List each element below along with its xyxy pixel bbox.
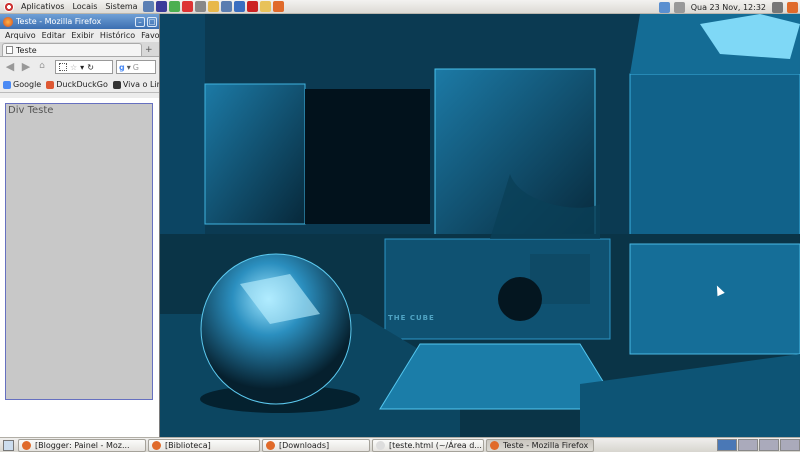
app-icon: [152, 440, 161, 450]
app-icon: [22, 440, 31, 450]
app-icon: [266, 440, 275, 450]
taskbar-item-label: [Blogger: Painel - Moz...: [35, 440, 130, 450]
bookmark-label: DuckDuckGo: [56, 80, 108, 89]
menu-sistema[interactable]: Sistema: [101, 2, 141, 11]
taskbar-item[interactable]: [Downloads]: [262, 438, 370, 452]
workspace-2[interactable]: [738, 439, 758, 451]
workspace-4[interactable]: [780, 439, 800, 451]
menu-locais[interactable]: Locais: [68, 2, 101, 11]
menu-aplicativos[interactable]: Aplicativos: [17, 2, 68, 11]
forward-button[interactable]: ▶: [19, 60, 33, 74]
back-button[interactable]: ◀: [3, 60, 17, 74]
minimize-button[interactable]: –: [135, 16, 145, 27]
menu-editar[interactable]: Editar: [39, 31, 69, 40]
dropdown-icon[interactable]: ▾: [80, 63, 84, 72]
volume-icon[interactable]: [772, 1, 783, 13]
chat-icon[interactable]: [220, 1, 232, 12]
taskbar-item-label: [teste.html (~/Área d...: [389, 440, 482, 450]
chrome-icon[interactable]: [168, 1, 180, 12]
menu-historico[interactable]: Histórico: [97, 31, 138, 40]
workspace-1[interactable]: [717, 439, 737, 451]
page-icon: [6, 46, 13, 54]
search-icon[interactable]: [673, 1, 685, 13]
page-content: Div Teste: [0, 98, 159, 437]
taskbar-item[interactable]: [teste.html (~/Área d...: [372, 438, 484, 452]
clock[interactable]: Qua 23 Nov, 12:32: [687, 3, 770, 12]
reload-icon[interactable]: ↻: [87, 63, 94, 72]
mail-icon[interactable]: [207, 1, 219, 12]
taskbar-item[interactable]: [Biblioteca]: [148, 438, 260, 452]
div-teste: Div Teste: [5, 103, 153, 400]
google-search-icon: g: [119, 62, 125, 72]
tab-title: Teste: [16, 45, 37, 55]
launcher-bar: [142, 1, 285, 12]
menu-favoritos[interactable]: Favo: [138, 31, 159, 40]
ubuntu-logo-icon[interactable]: [4, 1, 14, 12]
taskbar-item[interactable]: [Blogger: Painel - Moz...: [18, 438, 146, 452]
maximize-button[interactable]: □: [147, 16, 157, 27]
navigation-bar: ◀ ▶ ⌂ ☆ ▾ ↻ g ▾ G: [0, 57, 159, 77]
bookmark-item[interactable]: Google: [3, 80, 41, 89]
globe-icon[interactable]: [233, 1, 245, 12]
bookmark-label: Viva o Lir: [122, 80, 160, 89]
menubar: Arquivo Editar Exibir Histórico Favo: [0, 29, 159, 42]
bookmark-star-icon[interactable]: ☆: [70, 63, 77, 72]
panel-right: Qua 23 Nov, 12:32: [657, 0, 800, 14]
taskbar-item-label: [Downloads]: [279, 440, 330, 450]
bookmark-label: Google: [13, 80, 42, 89]
bookmarks-toolbar: Google DuckDuckGo Viva o Lir: [0, 77, 159, 93]
bottom-panel: [Blogger: Painel - Moz... [Biblioteca] [Do…: [0, 437, 800, 452]
firefox-window: Teste - Mozilla Firefox – □ Arquivo Edit…: [0, 14, 160, 437]
tab-teste[interactable]: Teste: [2, 43, 142, 56]
disk-icon[interactable]: [194, 1, 206, 12]
settings-icon[interactable]: [181, 1, 193, 12]
cube-icon[interactable]: [142, 1, 154, 12]
taskbar-item[interactable]: Teste - Mozilla Firefox: [486, 438, 594, 452]
show-desktop-button[interactable]: [3, 439, 14, 451]
app-icon: [490, 440, 499, 450]
new-tab-button[interactable]: +: [145, 46, 155, 56]
bookmark-favicon-icon: [112, 80, 121, 89]
url-bar[interactable]: ☆ ▾ ↻: [55, 60, 113, 74]
bookmark-favicon-icon: [46, 80, 55, 89]
firefox-icon[interactable]: [272, 1, 284, 12]
search-placeholder: G: [132, 62, 139, 72]
bookmark-item[interactable]: Viva o Lir: [112, 80, 160, 89]
editor-icon[interactable]: [259, 1, 271, 12]
cube-wallpaper-art: [160, 14, 800, 437]
menu-exibir[interactable]: Exibir: [68, 31, 97, 40]
filezilla-icon[interactable]: [246, 1, 258, 12]
tab-bar: Teste +: [0, 42, 159, 57]
menu-arquivo[interactable]: Arquivo: [2, 31, 39, 40]
terminal-icon[interactable]: [155, 1, 167, 12]
window-title: Teste - Mozilla Firefox: [16, 17, 102, 26]
taskbar-item-label: Teste - Mozilla Firefox: [503, 440, 589, 450]
wallpaper-watermark: THE CUBE: [388, 314, 435, 322]
app-icon: [376, 440, 385, 450]
search-bar[interactable]: g ▾ G: [116, 60, 156, 74]
bookmark-item[interactable]: DuckDuckGo: [46, 80, 108, 89]
desktop-wallpaper: THE CUBE: [160, 14, 800, 437]
search-dropdown-icon[interactable]: ▾: [127, 63, 131, 72]
task-list: [Blogger: Painel - Moz... [Biblioteca] [Do…: [18, 438, 596, 452]
window-titlebar[interactable]: Teste - Mozilla Firefox – □: [0, 14, 159, 29]
taskbar-item-label: [Biblioteca]: [165, 440, 211, 450]
top-panel: Aplicativos Locais Sistema Qua 23 Nov, 1…: [0, 0, 800, 14]
bookmark-favicon-icon: [3, 80, 11, 89]
workspace-switcher: [716, 439, 800, 451]
workspace-3[interactable]: [759, 439, 779, 451]
home-icon[interactable]: ⌂: [35, 60, 49, 74]
div-teste-text: Div Teste: [8, 105, 54, 116]
firefox-icon: [3, 16, 13, 27]
network-icon[interactable]: [658, 1, 670, 13]
site-identity-icon: [59, 63, 67, 71]
firefox-tray-icon[interactable]: [787, 1, 798, 13]
